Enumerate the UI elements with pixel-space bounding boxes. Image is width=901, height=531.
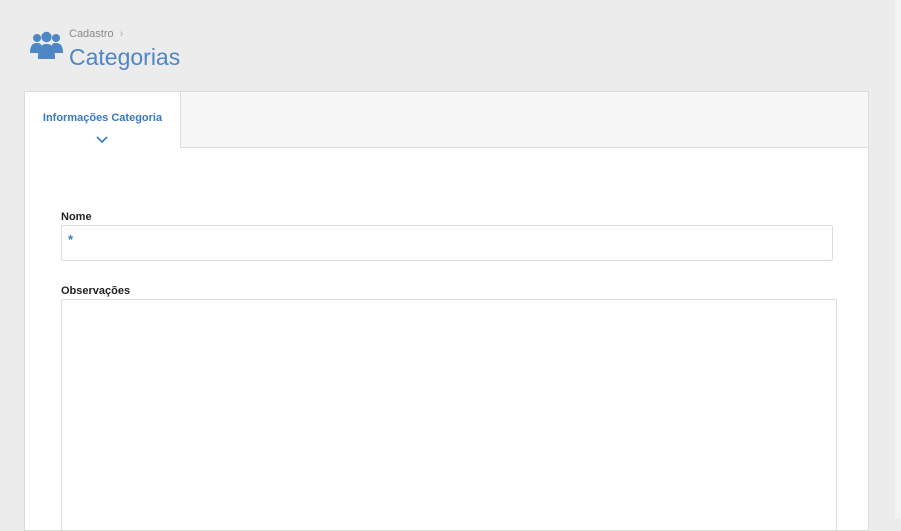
observacoes-label: Observações [61, 285, 131, 297]
nome-input[interactable]: * [61, 225, 833, 261]
breadcrumb-separator: › [119, 28, 124, 40]
users-icon [30, 31, 63, 59]
tab-label: Informações Categoria [42, 112, 163, 124]
tab-informacoes-categoria[interactable]: Informações Categoria [25, 92, 181, 148]
breadcrumb[interactable]: Cadastro › [69, 28, 123, 40]
observacoes-textarea[interactable] [61, 299, 837, 531]
nome-label: Nome [61, 211, 92, 223]
window-edge [895, 0, 901, 518]
chevron-down-icon [96, 136, 108, 144]
required-marker: * [68, 232, 74, 247]
form-card: Informações Categoria Nome * Observações [24, 91, 869, 531]
page-title: Categorias [69, 44, 181, 70]
breadcrumb-item-cadastro[interactable]: Cadastro [69, 28, 114, 40]
